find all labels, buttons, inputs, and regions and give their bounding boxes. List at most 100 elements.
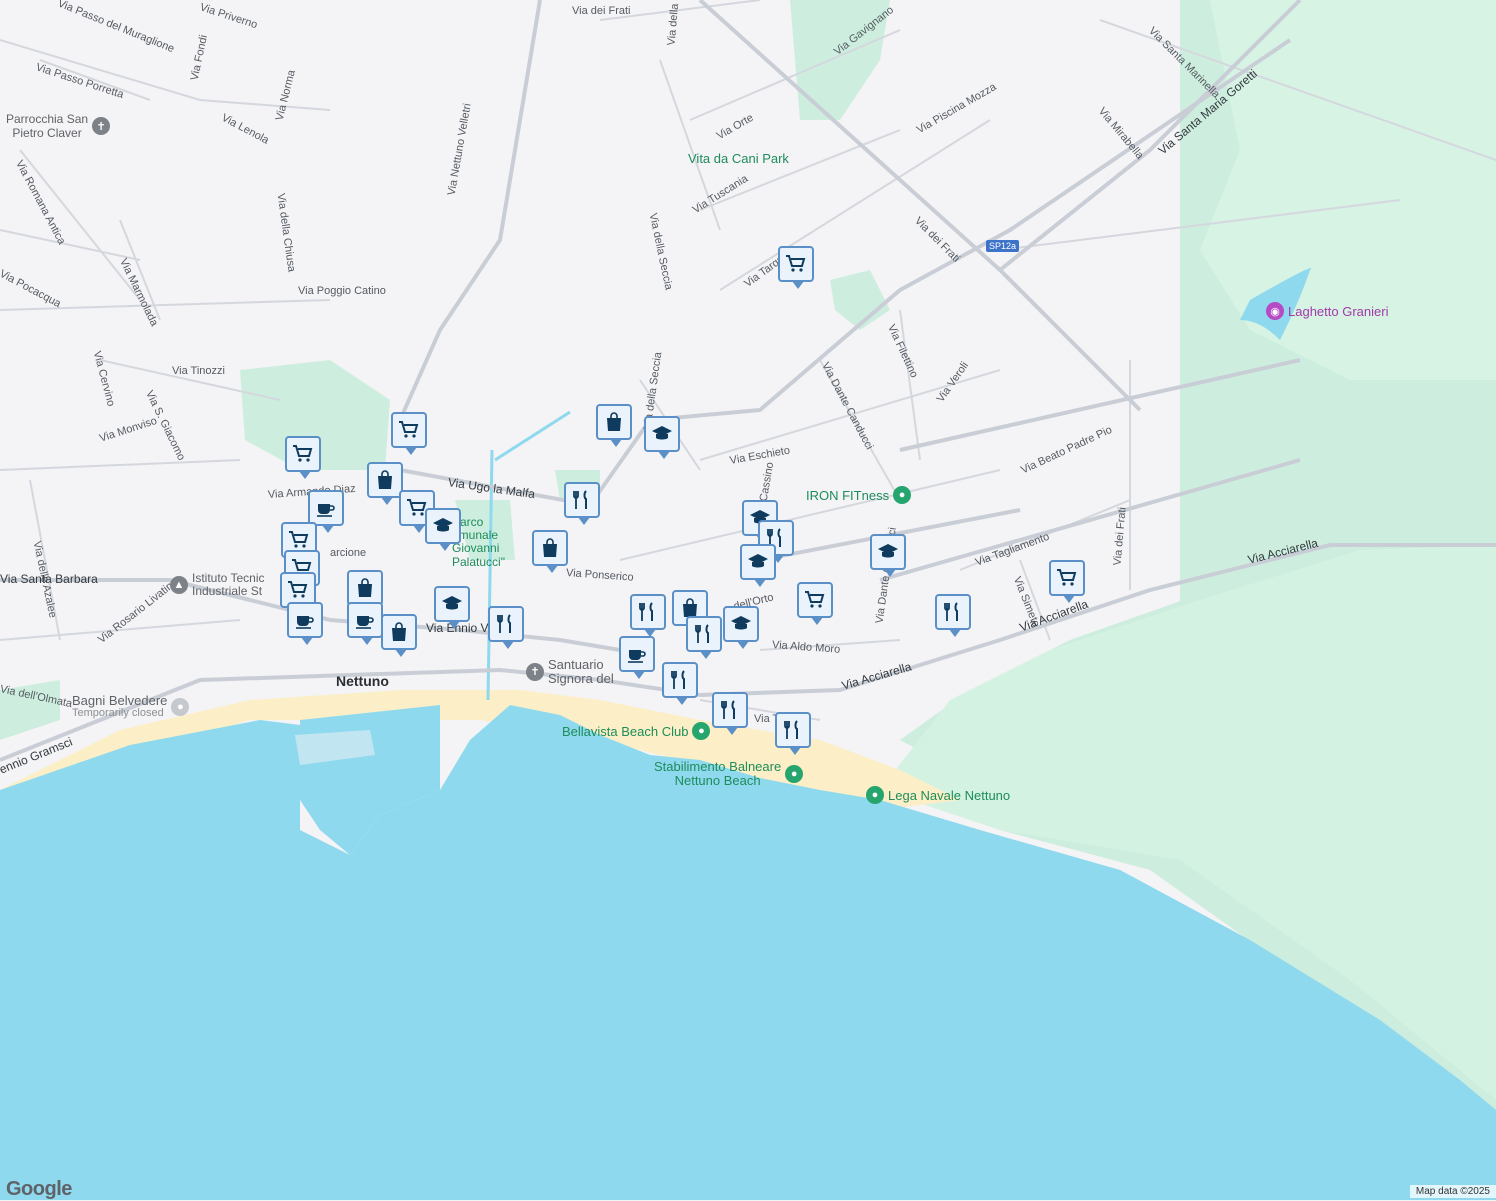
poi-istituto-tecnico[interactable]: ▲ Istituto Tecnic Industriale St bbox=[170, 571, 265, 599]
route-badge: SP12a bbox=[986, 240, 1020, 252]
street-label: Via Santa Barbara bbox=[0, 572, 98, 586]
poi-bellavista-beach-club[interactable]: Bellavista Beach Club ● bbox=[562, 722, 711, 740]
poi-name: Santuario bbox=[548, 657, 604, 672]
park-small bbox=[830, 270, 890, 330]
restaurant-icon bbox=[695, 624, 709, 643]
church-icon: ✝ bbox=[92, 117, 111, 135]
map-marker[interactable] bbox=[1049, 560, 1085, 603]
street-label: Via dei Frati bbox=[572, 5, 631, 17]
school-icon bbox=[442, 596, 462, 610]
poi-name: Vita da Cani Park bbox=[688, 151, 789, 166]
swim-icon: ● bbox=[171, 697, 190, 716]
poi-santuario[interactable]: ✝ Santuario Signora del bbox=[526, 658, 614, 685]
restaurant-icon bbox=[671, 670, 685, 689]
map-marker[interactable] bbox=[381, 614, 417, 657]
cafe-icon bbox=[356, 616, 374, 629]
map-marker[interactable] bbox=[308, 490, 344, 533]
map-marker[interactable] bbox=[532, 530, 568, 573]
map-attribution: Map data ©2025 bbox=[1409, 1185, 1496, 1198]
poi-name: Bagni Belvedere bbox=[72, 693, 168, 708]
map-marker[interactable] bbox=[488, 606, 524, 649]
map-marker[interactable] bbox=[347, 570, 383, 613]
map-marker[interactable] bbox=[723, 606, 759, 649]
map-marker[interactable] bbox=[775, 712, 811, 755]
cafe-icon bbox=[296, 616, 314, 629]
poi-parco-palatucci[interactable]: Parco omunale Giovanni Palatucci" bbox=[452, 515, 512, 569]
poi-name: Laghetto Granieri bbox=[1288, 303, 1389, 319]
poi-stabilimento-balneare[interactable]: Stabilimento Balneare Nettuno Beach ● bbox=[654, 759, 804, 788]
map-marker[interactable] bbox=[797, 582, 833, 625]
poi-name: Bellavista Beach Club bbox=[562, 723, 689, 739]
poi-sub: Nettuno Beach bbox=[674, 772, 761, 788]
school-icon bbox=[878, 544, 898, 558]
school-icon bbox=[731, 616, 751, 630]
shopping-cart-icon bbox=[399, 421, 419, 438]
school-icon: ▲ bbox=[170, 576, 188, 595]
shopping-bag-icon bbox=[543, 538, 557, 557]
restaurant-icon bbox=[573, 490, 587, 509]
map-marker[interactable] bbox=[285, 436, 321, 479]
school-icon bbox=[748, 554, 768, 568]
map-marker[interactable] bbox=[619, 636, 655, 679]
poi-bagni-belvedere[interactable]: Bagni Belvedere Temporarily closed ● bbox=[72, 693, 190, 719]
poi-sub: Signora del bbox=[548, 670, 614, 686]
restaurant-icon bbox=[784, 720, 798, 739]
map-marker[interactable] bbox=[287, 602, 323, 645]
beach-icon: ● bbox=[785, 764, 804, 783]
map-marker[interactable] bbox=[391, 412, 427, 455]
map-marker[interactable] bbox=[347, 602, 383, 645]
camera-icon: ◉ bbox=[1266, 302, 1284, 320]
poi-sub: Pietro Claver bbox=[12, 126, 82, 140]
cafe-icon bbox=[628, 650, 646, 663]
shopping-cart-icon bbox=[1057, 569, 1077, 586]
map-marker[interactable] bbox=[644, 416, 680, 459]
map-marker[interactable] bbox=[662, 662, 698, 705]
map-marker[interactable] bbox=[712, 692, 748, 735]
shopping-cart-icon bbox=[786, 255, 806, 272]
poi-sub: Industriale St bbox=[192, 584, 263, 599]
shopping-bag-icon bbox=[607, 412, 621, 431]
map-marker[interactable] bbox=[596, 404, 632, 447]
map-marker[interactable] bbox=[870, 534, 906, 577]
church-icon: ✝ bbox=[526, 662, 544, 681]
poi-sub: Temporarily closed bbox=[72, 706, 164, 719]
poi-lega-navale[interactable]: ● Lega Navale Nettuno bbox=[866, 786, 1010, 804]
poi-iron-fitness[interactable]: IRON FITness ● bbox=[806, 486, 912, 504]
poi-name: Parrocchia San bbox=[6, 112, 89, 126]
map-marker[interactable] bbox=[564, 482, 600, 525]
map-marker[interactable] bbox=[434, 586, 470, 629]
poi-vita-da-cani-park[interactable]: Vita da Cani Park bbox=[688, 151, 789, 166]
beach-icon: ● bbox=[692, 722, 711, 740]
poi-name: Stabilimento Balneare bbox=[654, 759, 782, 774]
school-icon bbox=[433, 518, 453, 532]
map-marker[interactable] bbox=[778, 246, 814, 289]
shopping-bag-icon bbox=[392, 622, 406, 641]
shopping-bag-icon bbox=[378, 470, 392, 489]
poi-name: IRON FITness bbox=[806, 487, 890, 503]
poi-sub: omunale Giovanni Palatucci" bbox=[452, 528, 505, 569]
cafe-icon bbox=[317, 504, 335, 517]
poi-parrocchia[interactable]: Parrocchia San Pietro Claver ✝ bbox=[6, 112, 111, 140]
map-marker[interactable] bbox=[686, 616, 722, 659]
shopping-cart-icon bbox=[293, 445, 313, 462]
town-label-nettuno[interactable]: Nettuno bbox=[336, 674, 389, 688]
google-logo: Google bbox=[6, 1178, 72, 1200]
boat-icon: ● bbox=[866, 786, 884, 804]
street-label: Via Tinozzi bbox=[172, 365, 225, 377]
restaurant-icon bbox=[721, 700, 735, 719]
school-icon bbox=[652, 426, 672, 440]
map-marker[interactable] bbox=[367, 462, 403, 505]
street-label: arcione bbox=[330, 547, 367, 559]
map-marker[interactable] bbox=[425, 508, 461, 551]
map-marker[interactable] bbox=[630, 594, 666, 637]
map-marker[interactable] bbox=[740, 544, 776, 587]
restaurant-icon bbox=[639, 602, 653, 621]
poi-laghetto-granieri[interactable]: ◉ Laghetto Granieri bbox=[1266, 302, 1388, 320]
restaurant-icon bbox=[497, 614, 511, 633]
gym-icon: ● bbox=[893, 486, 912, 504]
poi-name: Istituto Tecnic bbox=[192, 571, 265, 585]
shopping-cart-icon bbox=[288, 581, 308, 598]
map-marker[interactable] bbox=[935, 594, 971, 637]
poi-name: Lega Navale Nettuno bbox=[888, 787, 1011, 803]
street-label: Via Poggio Catino bbox=[298, 285, 386, 297]
